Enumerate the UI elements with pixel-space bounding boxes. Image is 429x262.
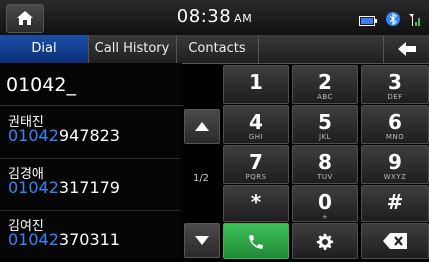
key-digit: 8 <box>318 150 332 174</box>
key-8[interactable]: 8 TUV <box>292 145 358 184</box>
contact-number-rest: 317179 <box>58 178 120 197</box>
back-arrow-icon <box>398 42 416 56</box>
key-digit: 7 <box>249 150 263 174</box>
tab-call-history[interactable]: Call History <box>88 35 177 63</box>
key-letters: TUV <box>317 173 333 181</box>
key-star[interactable]: * <box>223 185 289 222</box>
triangle-up-icon <box>195 122 209 131</box>
status-icons <box>355 10 421 26</box>
contact-number: 01042317179 <box>8 178 120 197</box>
page-indicator: 1/2 <box>192 173 210 184</box>
settings-icon <box>316 233 334 250</box>
contact-result-item[interactable]: 김여진 01042370311 <box>0 211 180 262</box>
contact-number-match: 01042 <box>8 178 59 197</box>
call-icon <box>249 235 263 249</box>
key-hash[interactable]: # <box>361 185 429 222</box>
clock-time: 08:38 <box>176 6 232 27</box>
tab-dial[interactable]: Dial <box>0 35 89 63</box>
contact-number-match: 01042 <box>8 126 59 145</box>
key-0[interactable]: 0 + <box>292 185 358 222</box>
status-bar: 08:38 AM <box>0 0 429 36</box>
key-digit: * <box>250 190 262 214</box>
dial-number-display: 01042_ <box>0 63 184 106</box>
call-button[interactable] <box>223 223 289 259</box>
key-3[interactable]: 3 DEF <box>361 65 429 104</box>
backspace-icon <box>383 233 407 249</box>
contact-number-rest: 947823 <box>58 126 120 145</box>
key-5[interactable]: 5 JKL <box>292 105 358 144</box>
triangle-down-icon <box>195 236 209 245</box>
contact-number-rest: 370311 <box>58 230 120 249</box>
key-6[interactable]: 6 MNO <box>361 105 429 144</box>
key-letters: PQRS <box>245 173 267 181</box>
key-letters: GHI <box>248 133 264 141</box>
key-digit: 4 <box>249 110 263 134</box>
key-7[interactable]: 7 PQRS <box>223 145 289 184</box>
key-2[interactable]: 2 ABC <box>292 65 358 104</box>
clock-ampm: AM <box>234 12 253 25</box>
key-1[interactable]: 1 <box>223 65 289 104</box>
contact-number: 01042947823 <box>8 126 120 145</box>
backspace-button[interactable] <box>361 223 429 259</box>
key-digit: 1 <box>249 70 263 94</box>
signal-icon <box>409 11 421 30</box>
settings-button[interactable] <box>292 223 358 259</box>
contact-results-panel: 01042_ 권태진 01042947823 김경애 01042317179 김… <box>0 63 184 262</box>
dial-keypad: 1 2 ABC 3 DEF 4 GHI 5 JKL 6 MNO 7 PQRS 8… <box>222 64 429 259</box>
key-digit: # <box>386 190 404 214</box>
key-4[interactable]: 4 GHI <box>223 105 289 144</box>
key-letters: DEF <box>387 93 403 101</box>
key-letters: JKL <box>318 133 332 141</box>
contact-result-item[interactable]: 권태진 01042947823 <box>0 107 180 159</box>
key-letters: MNO <box>385 133 405 141</box>
tab-bar: Dial Call History Contacts <box>0 35 429 64</box>
key-digit: 3 <box>388 70 402 94</box>
scroll-down-button[interactable] <box>184 223 220 258</box>
back-button[interactable] <box>383 35 429 63</box>
tab-contacts[interactable]: Contacts <box>176 35 259 63</box>
key-digit: 0 <box>318 190 332 214</box>
battery-icon <box>358 11 377 30</box>
key-digit: 5 <box>318 110 332 134</box>
key-letters: + <box>321 213 329 221</box>
key-letters: WXYZ <box>383 173 407 181</box>
contact-number: 01042370311 <box>8 230 120 249</box>
contact-result-item[interactable]: 김경애 01042317179 <box>0 159 180 211</box>
key-digit: 2 <box>318 70 332 94</box>
key-digit: 9 <box>388 150 402 174</box>
contact-number-match: 01042 <box>8 230 59 249</box>
key-9[interactable]: 9 WXYZ <box>361 145 429 184</box>
bluetooth-icon <box>385 11 400 30</box>
list-scroll-column: 1/2 <box>182 107 220 259</box>
key-digit: 6 <box>388 110 402 134</box>
scroll-up-button[interactable] <box>184 109 220 144</box>
key-letters: ABC <box>317 93 333 101</box>
